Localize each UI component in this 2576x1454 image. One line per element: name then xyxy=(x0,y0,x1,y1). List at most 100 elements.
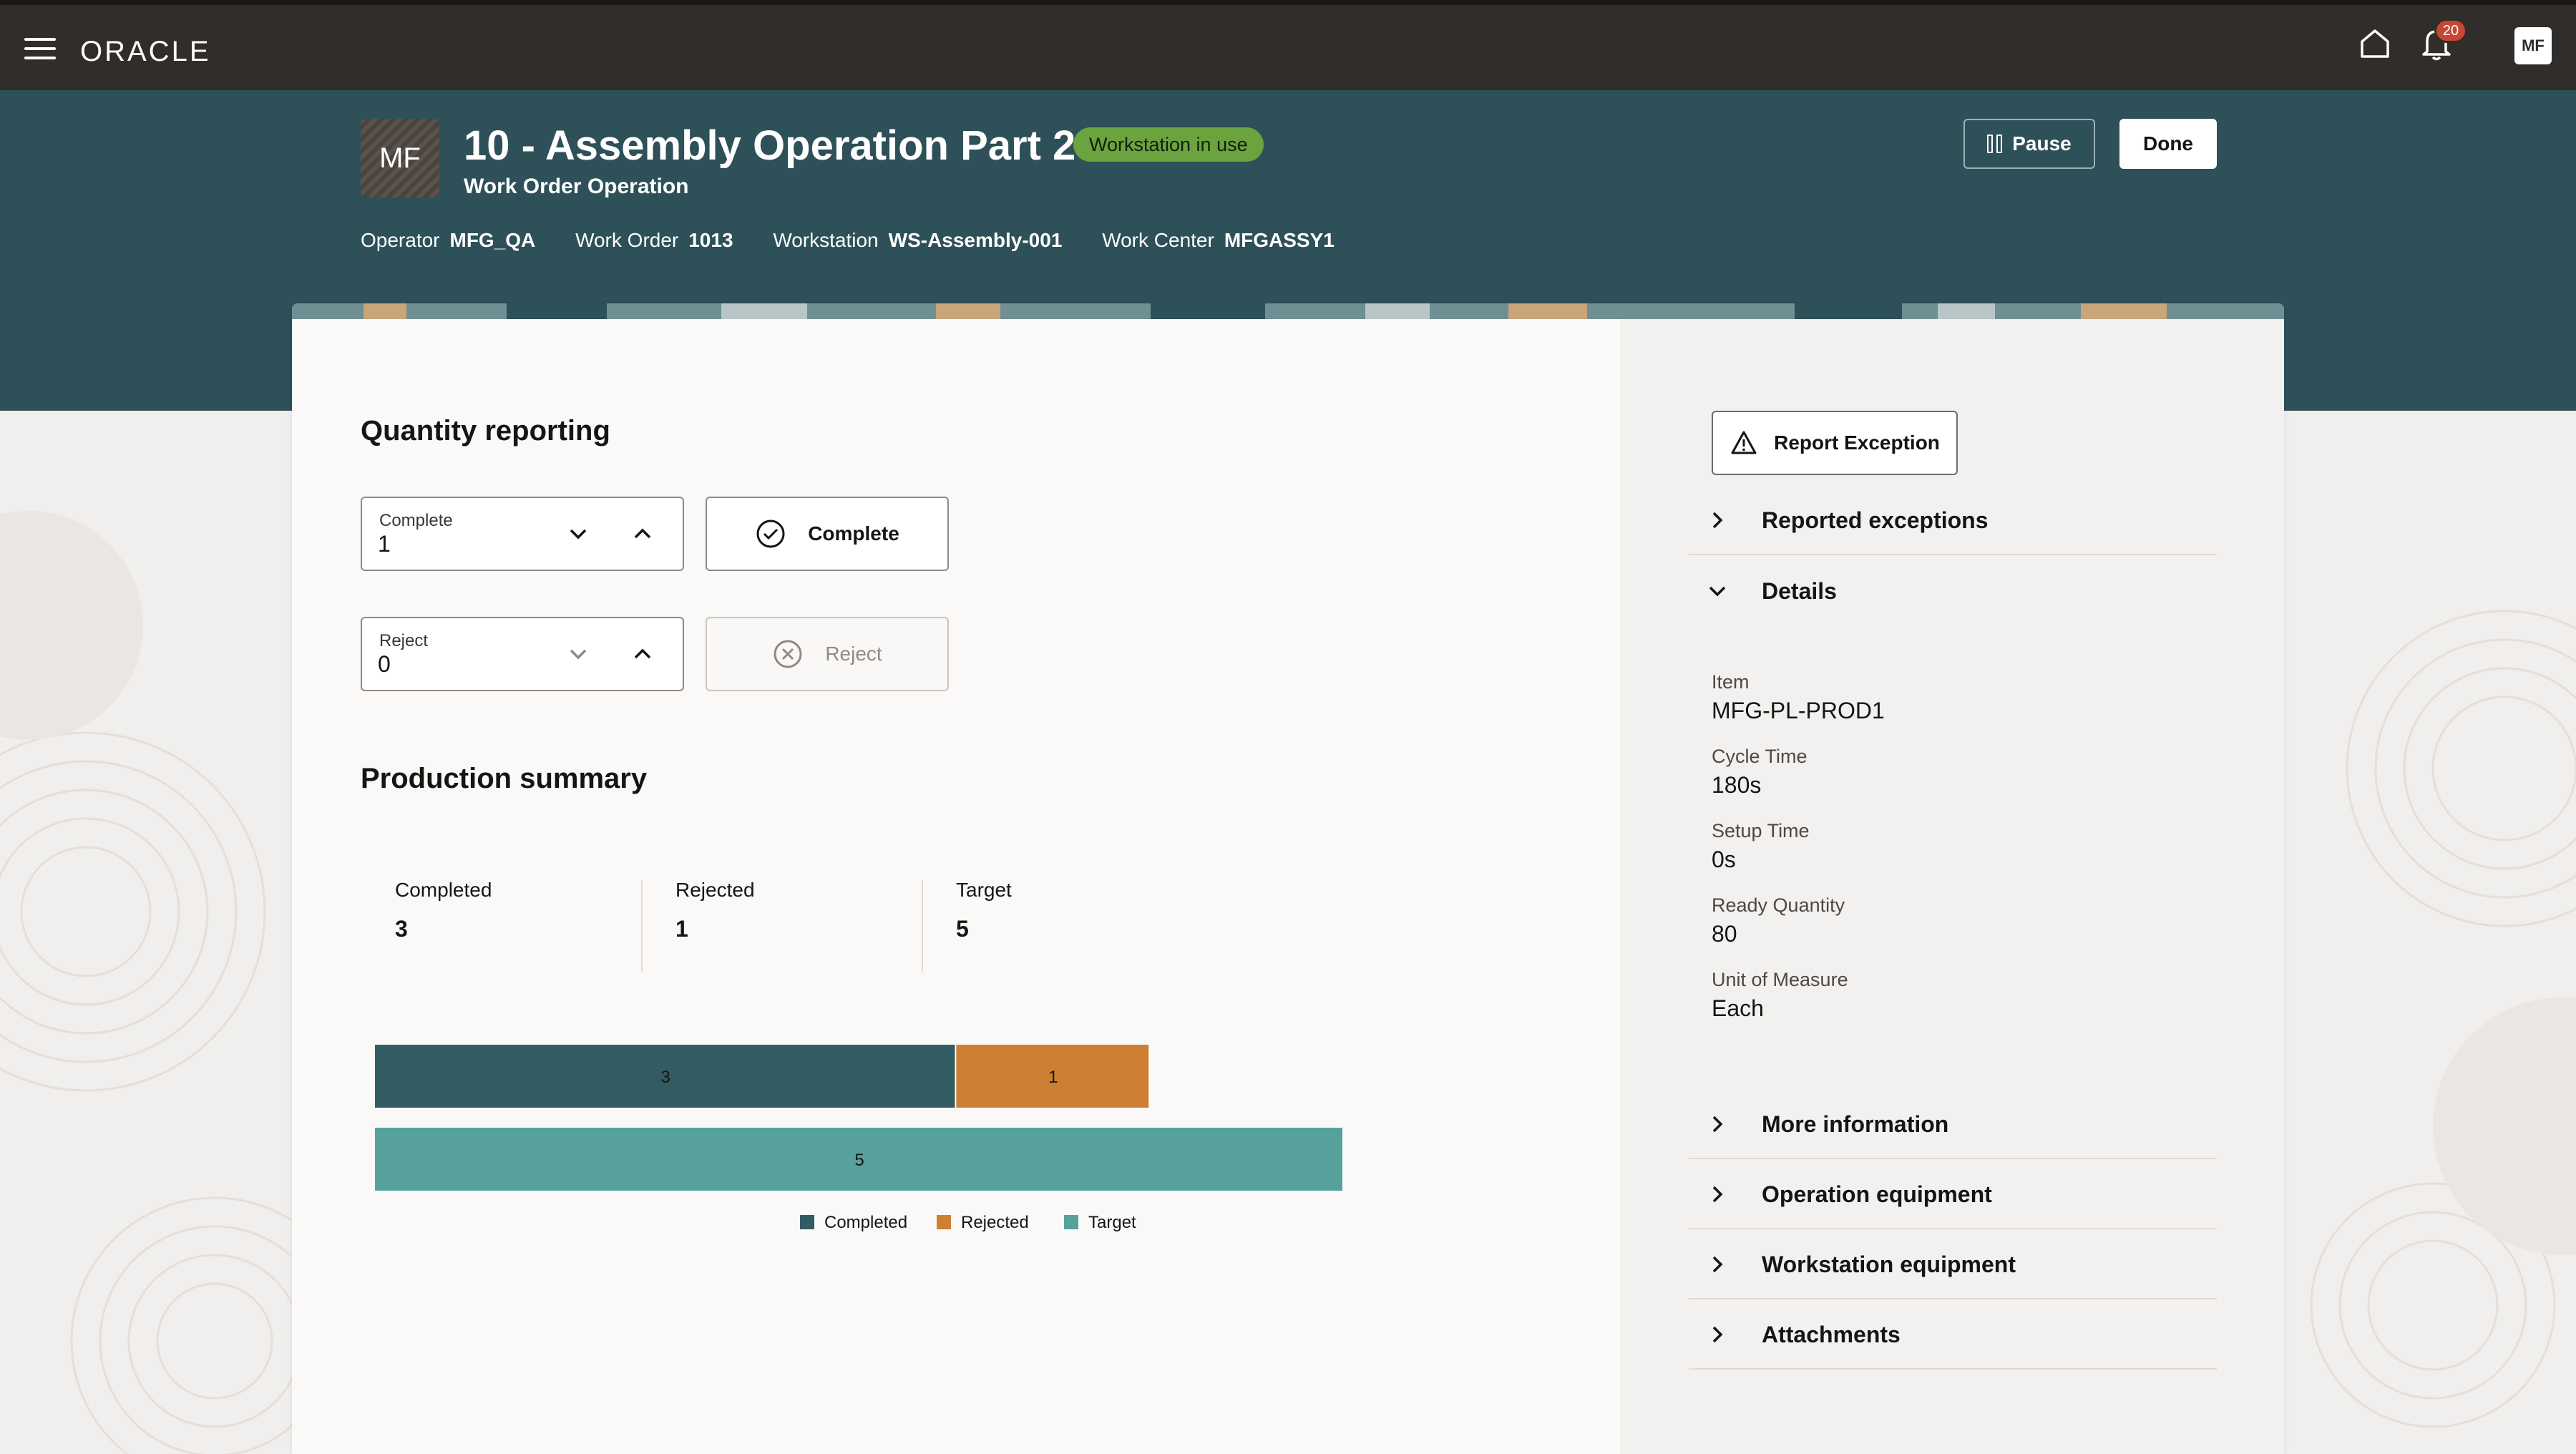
detail-label: Item xyxy=(1712,671,1750,693)
status-badge: Workstation in use xyxy=(1073,127,1264,162)
operation-avatar: MF xyxy=(361,119,439,197)
stat-value: 3 xyxy=(395,916,408,942)
operator-label: Operator xyxy=(361,229,440,251)
legend-swatch-target xyxy=(1064,1215,1078,1229)
user-avatar[interactable]: MF xyxy=(2514,27,2552,64)
warning-triangle-icon xyxy=(1731,431,1757,454)
details-accordion[interactable]: Details xyxy=(1689,557,2217,625)
complete-quantity-input[interactable] xyxy=(378,531,535,557)
global-header: ORACLE xyxy=(0,5,2576,90)
pause-button[interactable]: Pause xyxy=(1963,119,2095,169)
accordion-label: More information xyxy=(1762,1111,1949,1137)
detail-unit-of-measure: Unit of Measure Each xyxy=(1712,969,1848,1022)
detail-label: Ready Quantity xyxy=(1712,894,1845,916)
reject-button[interactable]: Reject xyxy=(706,617,949,691)
check-circle-icon xyxy=(756,519,785,548)
detail-setup-time: Setup Time 0s xyxy=(1712,820,1810,873)
legend-swatch-rejected xyxy=(937,1215,951,1229)
detail-value: 80 xyxy=(1712,921,1737,947)
complete-quantity-field[interactable]: Complete xyxy=(361,497,684,571)
detail-label: Unit of Measure xyxy=(1712,969,1848,990)
detail-cycle-time: Cycle Time 180s xyxy=(1712,746,1807,799)
accordion-label: Workstation equipment xyxy=(1762,1251,2016,1277)
home-icon[interactable] xyxy=(2358,27,2391,60)
bar-data-label: 5 xyxy=(854,1151,864,1170)
notification-count-badge: 20 xyxy=(2434,19,2467,43)
production-summary-chart: 3 1 5 Completed Rejected Target xyxy=(375,1045,1342,1232)
chevron-down-icon xyxy=(1709,586,1726,597)
operation-equipment-accordion[interactable]: Operation equipment xyxy=(1689,1161,2217,1229)
quantity-reporting-title: Quantity reporting xyxy=(361,415,610,447)
stat-divider xyxy=(922,880,923,972)
decrement-chevron-down-icon[interactable] xyxy=(564,640,592,668)
increment-chevron-up-icon[interactable] xyxy=(628,519,657,548)
x-circle-icon xyxy=(774,640,802,668)
production-summary-title: Production summary xyxy=(361,763,648,794)
stat-value: 5 xyxy=(956,916,969,942)
detail-label: Setup Time xyxy=(1712,820,1810,841)
stat-label: Rejected xyxy=(675,879,755,901)
chevron-right-icon xyxy=(1712,1326,1723,1343)
accordion-label: Attachments xyxy=(1762,1321,1901,1347)
stat-label: Completed xyxy=(395,879,492,901)
legend-label-target: Target xyxy=(1088,1213,1136,1232)
top-edge xyxy=(0,0,2576,5)
reported-exceptions-accordion[interactable]: Reported exceptions xyxy=(1689,487,2217,555)
report-exception-label: Report Exception xyxy=(1774,431,1940,454)
operator-value: MFG_QA xyxy=(449,229,536,251)
reject-quantity-field[interactable]: Reject xyxy=(361,617,684,691)
report-exception-button[interactable]: Report Exception xyxy=(1712,411,1958,475)
workstation-equipment-accordion[interactable]: Workstation equipment xyxy=(1689,1231,2217,1299)
detail-item: Item MFG-PL-PROD1 xyxy=(1712,671,1885,724)
reject-quantity-input[interactable] xyxy=(378,651,535,678)
legend-swatch-completed xyxy=(800,1215,814,1229)
accordion-label: Details xyxy=(1762,577,1837,604)
workstation-value: WS-Assembly-001 xyxy=(888,229,1063,251)
legend-label-completed: Completed xyxy=(824,1213,907,1232)
detail-value: Each xyxy=(1712,995,1764,1021)
complete-button[interactable]: Complete xyxy=(706,497,949,571)
legend-label-rejected: Rejected xyxy=(961,1213,1029,1232)
operation-meta: Operator MFG_QA Work Order 1013 Workstatio… xyxy=(361,229,1369,252)
stat-value: 1 xyxy=(675,916,688,942)
page-title: 10 - Assembly Operation Part 2 xyxy=(464,122,1076,169)
stat-divider xyxy=(641,880,643,972)
complete-button-label: Complete xyxy=(808,522,899,545)
page-subtitle: Work Order Operation xyxy=(464,175,689,198)
stat-label: Target xyxy=(956,879,1012,901)
work-center-value: MFGASSY1 xyxy=(1224,229,1335,251)
decorative-strip xyxy=(292,303,2284,319)
detail-value: 180s xyxy=(1712,772,1762,798)
increment-chevron-up-icon[interactable] xyxy=(628,640,657,668)
detail-value: MFG-PL-PROD1 xyxy=(1712,698,1885,723)
menu-icon[interactable] xyxy=(24,38,56,61)
complete-field-label: Complete xyxy=(379,511,453,530)
done-button[interactable]: Done xyxy=(2119,119,2217,169)
work-order-value: 1013 xyxy=(688,229,733,251)
more-information-accordion[interactable]: More information xyxy=(1689,1090,2217,1159)
stat-completed: Completed 3 xyxy=(395,879,492,942)
chevron-right-icon xyxy=(1712,1256,1723,1273)
pause-icon xyxy=(1987,135,2003,153)
detail-label: Cycle Time xyxy=(1712,746,1807,767)
decrement-chevron-down-icon[interactable] xyxy=(564,519,592,548)
detail-ready-quantity: Ready Quantity 80 xyxy=(1712,894,1845,947)
accordion-label: Reported exceptions xyxy=(1762,507,1989,533)
chevron-right-icon xyxy=(1712,1116,1723,1133)
bar-data-label: 3 xyxy=(661,1068,670,1087)
reject-field-label: Reject xyxy=(379,631,429,650)
reject-button-label: Reject xyxy=(825,643,882,665)
work-order-label: Work Order xyxy=(575,229,679,251)
detail-value: 0s xyxy=(1712,846,1736,872)
pause-button-label: Pause xyxy=(2012,132,2072,155)
bar-data-label: 1 xyxy=(1048,1068,1058,1087)
chevron-right-icon xyxy=(1712,512,1723,529)
oracle-logo: ORACLE xyxy=(80,36,211,67)
stat-rejected: Rejected 1 xyxy=(675,879,755,942)
attachments-accordion[interactable]: Attachments xyxy=(1689,1301,2217,1370)
stat-target: Target 5 xyxy=(956,879,1012,942)
accordion-label: Operation equipment xyxy=(1762,1181,1992,1207)
chevron-right-icon xyxy=(1712,1186,1723,1203)
work-center-label: Work Center xyxy=(1102,229,1214,251)
workstation-label: Workstation xyxy=(773,229,879,251)
